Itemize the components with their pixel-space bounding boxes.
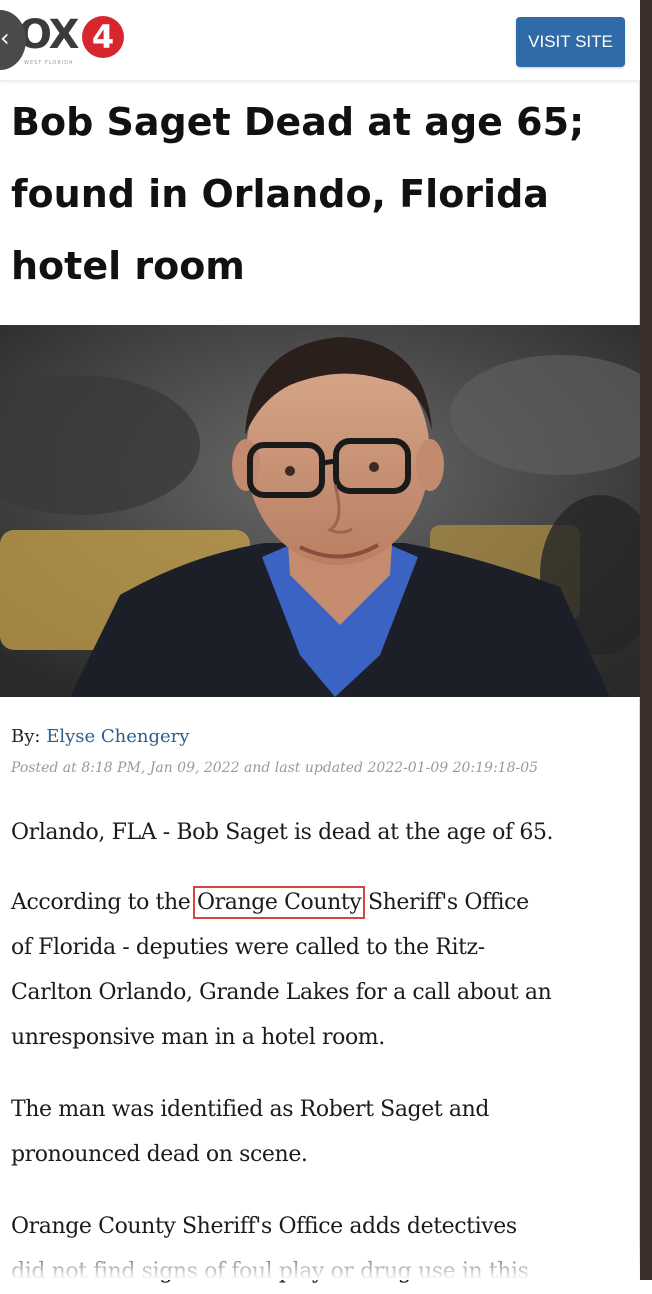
headline-line: found in Orlando, Florida [11,172,549,216]
paragraph-2-text: of Florida - deputies were called to the… [11,935,485,960]
fox4-logo[interactable]: OX 4 WEST FLORIDA [18,12,128,66]
paragraph-2-text: Sheriff's Office [367,890,529,915]
paragraph-2-text: unresponsive man in a hotel room. [11,1025,385,1050]
hero-photo [0,325,640,697]
visit-site-button[interactable]: VISIT SITE [516,17,625,67]
paragraph-4-text: Orange County Sheriff's Office adds dete… [11,1214,517,1239]
paragraph-3-text: The man was identified as Robert Saget a… [11,1097,490,1122]
paragraph-2-text: According to the [11,890,197,915]
site-header: OX 4 WEST FLORIDA ‹ VISIT SITE [0,0,640,81]
portrait-illustration [0,325,640,697]
paragraph-3-text: pronounced dead on scene. [11,1142,308,1167]
window-edge [640,0,652,1280]
bottom-fade [0,1240,640,1280]
byline-prefix: By: [11,726,41,747]
logo-number-badge: 4 [82,16,124,58]
chevron-left-icon: ‹ [0,24,10,52]
paragraph-2-text: Carlton Orlando, Grande Lakes for a call… [11,980,552,1005]
logo-text: OX [18,12,79,58]
byline: By: Elyse Chengery [11,726,189,747]
posted-timestamp: Posted at 8:18 PM, Jan 09, 2022 and last… [11,760,539,776]
article-headline: Bob Saget Dead at age 65; found in Orlan… [11,86,631,302]
headline-line: Bob Saget Dead at age 65; [11,100,585,144]
paragraph-1: Orlando, FLA - Bob Saget is dead at the … [11,820,554,845]
logo-subtext: WEST FLORIDA [24,60,74,66]
paragraph-3: The man was identified as Robert Saget a… [11,1087,621,1177]
author-link[interactable]: Elyse Chengery [46,726,189,747]
highlighted-orange-county: Orange County [192,886,366,919]
paragraph-2: According to the Orange County Sheriff's… [11,880,621,1060]
headline-line: hotel room [11,244,245,288]
